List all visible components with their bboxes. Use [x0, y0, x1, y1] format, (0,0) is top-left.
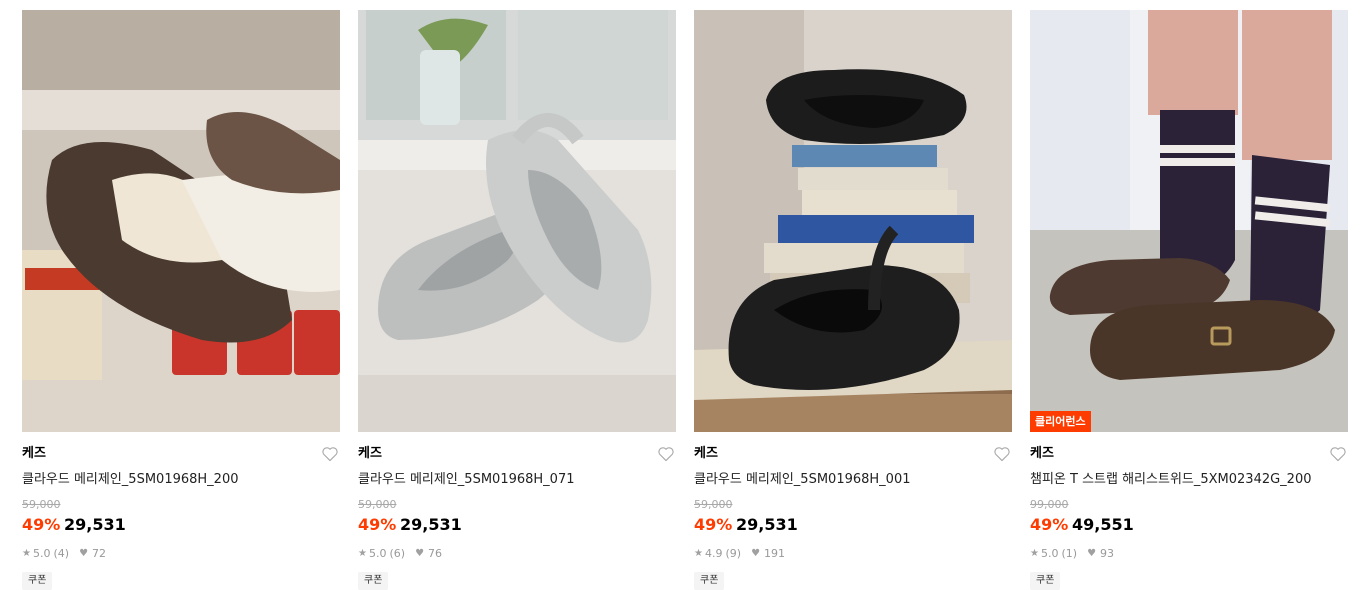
discount-rate: 49% [22, 515, 61, 534]
original-price: 59,000 [22, 498, 61, 511]
sale-price: 49,551 [1072, 515, 1134, 534]
rating-value: 5.0 [1040, 547, 1059, 560]
review-count: (6) [389, 547, 406, 560]
sale-price: 29,531 [64, 515, 126, 534]
coupon-tag: 쿠폰 [358, 572, 389, 590]
product-image[interactable] [358, 10, 676, 432]
brand-name[interactable]: 케즈 [22, 446, 46, 462]
coupon-tag: 쿠폰 [694, 572, 725, 590]
product-card[interactable]: 케즈 클라우드 메리제인_5SM01968H_200 59,000 49% 29… [22, 10, 340, 590]
heart-outline-icon[interactable] [1329, 446, 1347, 462]
original-price: 99,000 [1030, 498, 1069, 511]
like-count: 93 [1100, 547, 1115, 560]
heart-icon: ♥ [751, 548, 761, 559]
clearance-badge: 클리어런스 [1030, 411, 1091, 432]
product-name[interactable]: 클라우드 메리제인_5SM01968H_200 [22, 472, 239, 488]
product-card[interactable]: 케즈 클라우드 메리제인_5SM01968H_071 59,000 49% 29… [358, 10, 676, 590]
review-count: (1) [1061, 547, 1078, 560]
rating-value: 4.9 [704, 547, 723, 560]
discount-rate: 49% [1030, 515, 1069, 534]
original-price: 59,000 [694, 498, 733, 511]
like-count: 191 [764, 547, 786, 560]
product-grid: 케즈 클라우드 메리제인_5SM01968H_200 59,000 49% 29… [0, 0, 1362, 590]
heart-outline-icon[interactable] [993, 446, 1011, 462]
heart-icon: ♥ [1087, 548, 1097, 559]
product-meta: ★ 4.9 (9) ♥ 191 [694, 547, 785, 561]
rating-value: 5.0 [368, 547, 387, 560]
product-meta: ★ 5.0 (6) ♥ 76 [358, 547, 442, 561]
heart-outline-icon[interactable] [657, 446, 675, 462]
product-meta: ★ 5.0 (4) ♥ 72 [22, 547, 106, 561]
product-image[interactable]: 클리어런스 [1030, 10, 1348, 432]
heart-outline-icon[interactable] [321, 446, 339, 462]
discount-rate: 49% [694, 515, 733, 534]
product-image[interactable] [22, 10, 340, 432]
product-name[interactable]: 클라우드 메리제인_5SM01968H_001 [694, 472, 911, 488]
star-icon: ★ [358, 548, 367, 559]
product-image[interactable] [694, 10, 1012, 432]
original-price: 59,000 [358, 498, 397, 511]
review-count: (9) [725, 547, 742, 560]
product-name[interactable]: 챔피온 T 스트랩 해리스트위드_5XM02342G_200 [1030, 472, 1312, 488]
like-count: 72 [92, 547, 107, 560]
brand-name[interactable]: 케즈 [1030, 446, 1054, 462]
like-count: 76 [428, 547, 443, 560]
heart-icon: ♥ [79, 548, 89, 559]
star-icon: ★ [1030, 548, 1039, 559]
review-count: (4) [53, 547, 70, 560]
product-card[interactable]: 케즈 클라우드 메리제인_5SM01968H_001 59,000 49% 29… [694, 10, 1012, 590]
product-meta: ★ 5.0 (1) ♥ 93 [1030, 547, 1114, 561]
sale-price: 29,531 [400, 515, 462, 534]
star-icon: ★ [22, 548, 31, 559]
product-card[interactable]: 클리어런스 케즈 챔피온 T 스트랩 해리스트위드_5XM02342G_200 … [1030, 10, 1348, 590]
discount-rate: 49% [358, 515, 397, 534]
brand-name[interactable]: 케즈 [694, 446, 718, 462]
star-icon: ★ [694, 548, 703, 559]
product-name[interactable]: 클라우드 메리제인_5SM01968H_071 [358, 472, 575, 488]
coupon-tag: 쿠폰 [1030, 572, 1061, 590]
brand-name[interactable]: 케즈 [358, 446, 382, 462]
heart-icon: ♥ [415, 548, 425, 559]
coupon-tag: 쿠폰 [22, 572, 53, 590]
sale-price: 29,531 [736, 515, 798, 534]
rating-value: 5.0 [32, 547, 51, 560]
